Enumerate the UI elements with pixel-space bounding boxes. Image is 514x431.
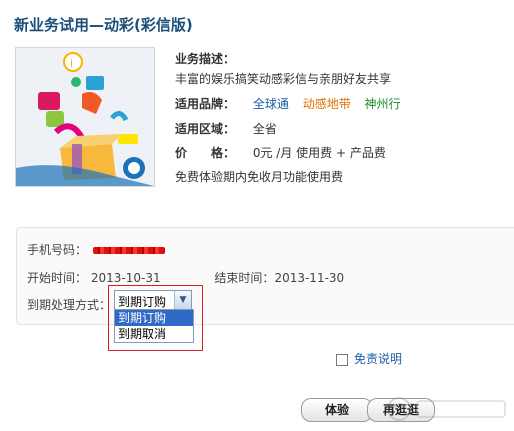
price-value: 0元 /月 使用费 + 产品费	[252, 146, 386, 160]
browse-more-button[interactable]: 再逛逛	[367, 398, 435, 422]
price-label-a: 价	[175, 146, 188, 160]
phone-label: 手机号码：	[27, 243, 88, 257]
description-text: 丰富的娱乐搞笑动感彩信与亲朋好友共享	[175, 72, 392, 86]
brand-label: 适用品牌：	[175, 97, 236, 111]
expiry-label: 到期处理方式：	[27, 298, 112, 312]
page-title: 新业务试用—动彩(彩信版)	[14, 16, 193, 34]
disclaimer: 免责说明	[336, 350, 402, 367]
brand-mzone[interactable]: 动感地带	[303, 97, 351, 111]
highlight-box	[108, 285, 203, 351]
price-label-b: 格：	[211, 146, 236, 160]
end-time-value: 2013-11-30	[274, 271, 345, 285]
start-time-label: 开始时间：	[27, 271, 88, 285]
region-label: 适用区域：	[175, 122, 236, 136]
disclaimer-checkbox[interactable]	[336, 353, 348, 366]
region-value: 全省	[252, 122, 277, 136]
subscription-panel: 手机号码： 开始时间： 2013-10-31 结束时间：2013-11-30 到…	[16, 227, 514, 325]
redacted-phone-number	[93, 247, 166, 254]
svg-text:i: i	[70, 57, 73, 70]
description-label: 业务描述：	[175, 52, 236, 66]
start-time-value: 2013-10-31	[90, 271, 161, 285]
brand-easyown[interactable]: 神州行	[365, 97, 401, 111]
trial-note: 免费体验期内免收月功能使用费	[175, 170, 344, 184]
end-time-label: 结束时间：	[214, 271, 275, 285]
brand-gotone[interactable]: 全球通	[253, 97, 289, 111]
product-image: i	[15, 47, 155, 187]
trial-button[interactable]: 体验	[301, 398, 373, 422]
disclaimer-link[interactable]: 免责说明	[354, 352, 402, 366]
